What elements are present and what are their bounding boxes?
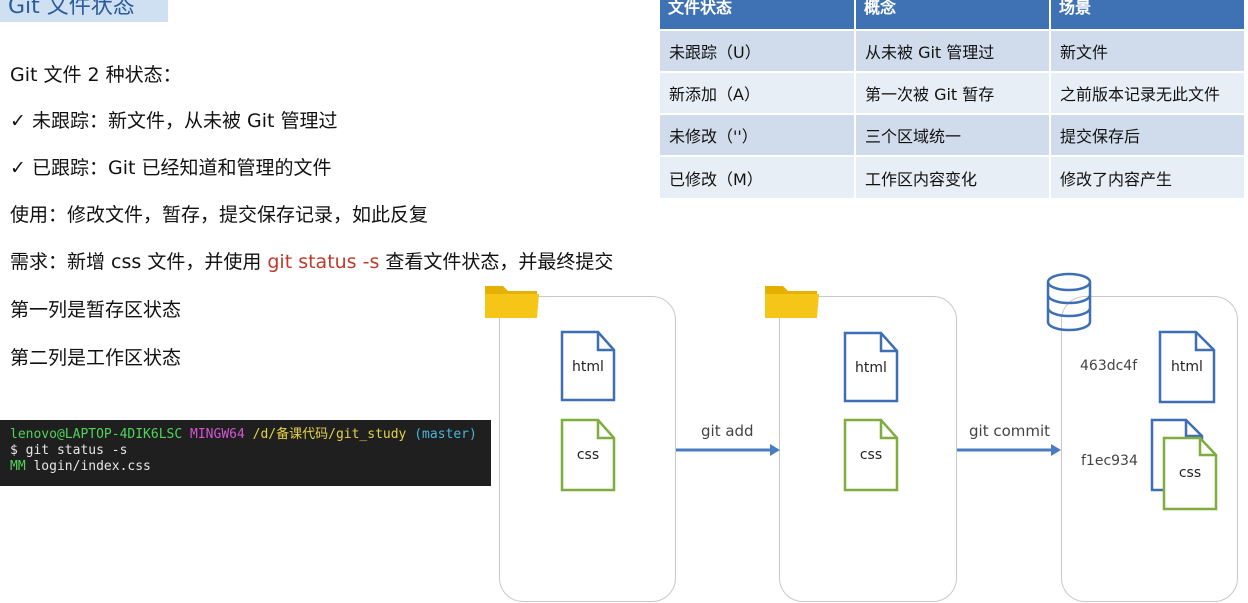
- requirement-line: 需求：新增 css 文件，并使用 git status -s 查看文件状态，并最…: [10, 247, 613, 274]
- terminal-file: login/index.css: [25, 459, 151, 474]
- terminal-status-code: MM: [10, 459, 26, 474]
- table-row: 新添加（A） 第一次被 Git 暂存 之前版本记录无此文件: [660, 71, 1246, 114]
- terminal-shell: MINGW64: [190, 427, 245, 442]
- usage-line: 使用：修改文件，暂存，提交保存记录，如此反复: [10, 204, 429, 226]
- page-title: Git 文件状态: [8, 0, 135, 19]
- check-icon: ✓: [10, 157, 26, 179]
- table-cell: 之前版本记录无此文件: [1050, 71, 1246, 114]
- table-cell: 未跟踪（U）: [660, 29, 856, 72]
- terminal-output: lenovo@LAPTOP-4DIK6LSC MINGW64 /d/备课代码/g…: [0, 420, 491, 486]
- table-cell: 新添加（A）: [660, 71, 856, 114]
- css-file-label: css: [577, 447, 599, 463]
- table-cell: 新文件: [1050, 29, 1246, 72]
- table-cell: 第一次被 Git 暂存: [855, 71, 1051, 114]
- check-icon: ✓: [10, 110, 26, 132]
- terminal-branch: (master): [414, 427, 477, 442]
- requirement-suffix: 查看文件状态，并最终提交: [379, 251, 614, 273]
- html-file-label: html: [1171, 359, 1203, 375]
- tracked-text: 已跟踪：Git 已经知道和管理的文件: [32, 157, 332, 179]
- folder-icon: [765, 286, 819, 318]
- table-cell: 未修改（''）: [660, 113, 856, 156]
- git-add-arrow: [676, 444, 780, 456]
- terminal-user-host: lenovo@LAPTOP-4DIK6LSC: [10, 427, 183, 442]
- table-row: 未跟踪（U） 从未被 Git 管理过 新文件: [660, 29, 1246, 72]
- css-file-label: css: [860, 447, 882, 463]
- requirement-prefix: 需求：新增 css 文件，并使用: [10, 251, 268, 273]
- table-header-cell: 文件状态: [660, 0, 856, 30]
- terminal-path: /d/备课代码/git_study: [252, 427, 407, 442]
- table-header-cell: 概念: [855, 0, 1051, 30]
- html-file-icon: html: [843, 331, 899, 403]
- folder-icon: [485, 286, 539, 318]
- html-file-icon: html: [1158, 330, 1216, 404]
- git-add-label: git add: [701, 422, 754, 440]
- git-status-command: git status -s: [267, 251, 380, 273]
- terminal-status-line: MM login/index.css: [10, 459, 491, 475]
- table-header-row: 文件状态 概念 场景: [660, 0, 1246, 30]
- git-commit-label: git commit: [969, 422, 1051, 440]
- commit-hash-html: 463dc4f: [1080, 358, 1138, 374]
- table-row: 未修改（''） 三个区域统一 提交保存后: [660, 113, 1246, 156]
- table-cell: 三个区域统一: [855, 113, 1051, 156]
- css-file-icon: css: [560, 418, 616, 492]
- database-icon: [1046, 272, 1092, 332]
- table-cell: 工作区内容变化: [855, 155, 1051, 198]
- file-states-table: 文件状态 概念 场景 未跟踪（U） 从未被 Git 管理过 新文件 新添加（A）…: [660, 0, 1246, 198]
- intro-line: Git 文件 2 种状态：: [10, 64, 182, 86]
- html-file-label: html: [572, 359, 604, 375]
- git-commit-arrow: [957, 444, 1061, 456]
- terminal-header-line: lenovo@LAPTOP-4DIK6LSC MINGW64 /d/备课代码/g…: [10, 427, 491, 443]
- html-file-label: html: [855, 360, 887, 376]
- table-row: 已修改（M） 工作区内容变化 修改了内容产生: [660, 155, 1246, 198]
- css-file-label: css: [1179, 465, 1201, 481]
- css-file-stack-icon: css: [1150, 418, 1218, 511]
- table-cell: 从未被 Git 管理过: [855, 29, 1051, 72]
- column2-note: 第二列是工作区状态: [10, 347, 182, 369]
- css-file-icon: css: [843, 418, 899, 492]
- table-cell: 已修改（M）: [660, 155, 856, 198]
- page-title-bar: Git 文件状态: [0, 0, 168, 22]
- commit-hash-css: f1ec934: [1081, 453, 1138, 469]
- column1-note: 第一列是暂存区状态: [10, 299, 182, 321]
- tracked-bullet: ✓ 已跟踪：Git 已经知道和管理的文件: [10, 153, 332, 180]
- html-file-icon: html: [560, 330, 616, 402]
- table-cell: 修改了内容产生: [1050, 155, 1246, 198]
- table-cell: 提交保存后: [1050, 113, 1246, 156]
- untracked-text: 未跟踪：新文件，从未被 Git 管理过: [32, 110, 338, 132]
- terminal-prompt: $ git status -s: [10, 443, 128, 458]
- untracked-bullet: ✓ 未跟踪：新文件，从未被 Git 管理过: [10, 106, 338, 133]
- table-header-cell: 场景: [1050, 0, 1246, 30]
